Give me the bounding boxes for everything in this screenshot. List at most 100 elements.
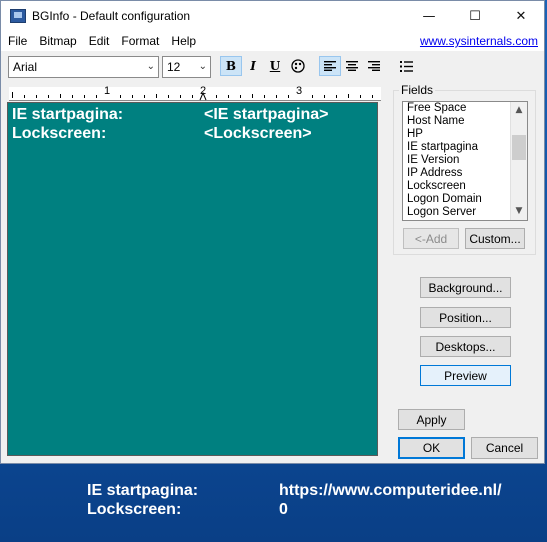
ruler-tick xyxy=(360,95,361,98)
chevron-down-icon: ⌄ xyxy=(198,61,207,72)
desktop-label: Lockscreen: xyxy=(87,501,182,518)
ruler-tick xyxy=(60,94,61,98)
ok-button[interactable]: OK xyxy=(398,437,465,459)
list-item[interactable]: Logon Domain xyxy=(403,193,527,206)
desktops-button[interactable]: Desktops... xyxy=(420,336,511,357)
ruler-tick xyxy=(72,95,73,98)
ruler-tick xyxy=(120,95,121,98)
text-color-button[interactable] xyxy=(287,56,309,76)
ruler-tick xyxy=(84,95,85,98)
size-select[interactable]: 12 ⌄ xyxy=(162,56,211,78)
desktop-info-preview: IE startpagina: https://www.computeridee… xyxy=(0,470,547,542)
list-item[interactable]: IE startpagina xyxy=(403,141,527,154)
menu-format[interactable]: Format xyxy=(115,34,165,48)
desktop-value: 0 xyxy=(279,501,288,518)
ruler-tick xyxy=(264,95,265,98)
ruler-tick xyxy=(276,95,277,98)
editor-field-token: <Lockscreen> xyxy=(204,125,312,142)
bullet-list-icon xyxy=(399,60,413,72)
underline-button[interactable]: U xyxy=(264,56,286,76)
sysinternals-link[interactable]: www.sysinternals.com xyxy=(420,34,538,48)
ruler-tick xyxy=(156,94,157,98)
preview-button[interactable]: Preview xyxy=(420,365,511,386)
desktop-value: https://www.computeridee.nl/ xyxy=(279,482,502,499)
scroll-up-icon[interactable]: ▲ xyxy=(511,102,527,118)
chevron-down-icon: ⌄ xyxy=(146,61,155,72)
list-item[interactable]: Logon Server xyxy=(403,206,527,219)
menu-edit[interactable]: Edit xyxy=(83,34,116,48)
ruler-tick xyxy=(372,95,373,98)
bullet-list-button[interactable] xyxy=(395,56,417,76)
scrollbar-thumb[interactable] xyxy=(512,135,526,160)
ruler-tick xyxy=(36,95,37,98)
align-right-button[interactable] xyxy=(363,56,385,76)
ruler-tick xyxy=(132,95,133,98)
size-select-value: 12 xyxy=(167,60,181,74)
ruler-tick xyxy=(252,94,253,98)
ruler-tick xyxy=(216,95,217,98)
format-toolbar: Arial ⌄ 12 ⌄ B I U xyxy=(1,53,544,83)
italic-button[interactable]: I xyxy=(242,56,264,76)
title-bar[interactable]: BGInfo - Default configuration — ☐ ✕ xyxy=(1,1,544,31)
ruler-tick xyxy=(228,95,229,98)
ruler-tick xyxy=(24,95,25,98)
ruler-number: 3 xyxy=(296,85,303,97)
bginfo-window: BGInfo - Default configuration — ☐ ✕ Fil… xyxy=(0,0,545,464)
ruler-tick xyxy=(312,95,313,98)
ruler-tick xyxy=(348,94,349,98)
ruler-tick xyxy=(324,95,325,98)
custom-field-button[interactable]: Custom... xyxy=(465,228,525,249)
ruler-tick xyxy=(240,95,241,98)
ruler-tick xyxy=(12,92,13,98)
editor-label: IE startpagina: xyxy=(12,106,124,123)
ruler-tick xyxy=(144,95,145,98)
position-button[interactable]: Position... xyxy=(420,307,511,328)
ruler-tick xyxy=(288,95,289,98)
font-select-value: Arial xyxy=(13,60,38,74)
ruler-number: 1 xyxy=(104,85,111,97)
fields-scrollbar[interactable]: ▲ ▼ xyxy=(510,102,527,220)
maximize-button[interactable]: ☐ xyxy=(452,1,498,31)
list-item[interactable]: IP Address xyxy=(403,167,527,180)
bold-button[interactable]: B xyxy=(220,56,242,76)
ruler[interactable]: 1 2 3 xyxy=(9,85,381,101)
close-button[interactable]: ✕ xyxy=(498,1,544,31)
list-item[interactable]: Lockscreen xyxy=(403,180,527,193)
tab-stop-marker-icon[interactable] xyxy=(199,92,207,101)
list-item[interactable]: HP xyxy=(403,128,527,141)
ruler-tick xyxy=(96,95,97,98)
fields-legend: Fields xyxy=(399,83,436,97)
apply-button[interactable]: Apply xyxy=(398,409,465,430)
align-center-button[interactable] xyxy=(341,56,363,76)
editor-line: Lockscreen: <Lockscreen> xyxy=(12,125,372,144)
add-field-button[interactable]: <-Add xyxy=(403,228,459,249)
align-center-icon xyxy=(346,61,358,71)
bginfo-app-icon xyxy=(10,9,26,23)
list-item[interactable]: Free Space xyxy=(403,102,527,115)
ruler-tick xyxy=(180,95,181,98)
ruler-tick xyxy=(168,95,169,98)
align-left-button[interactable] xyxy=(319,56,341,76)
list-item[interactable]: IE Version xyxy=(403,154,527,167)
minimize-button[interactable]: — xyxy=(406,1,452,31)
ruler-tick xyxy=(336,95,337,98)
menu-help[interactable]: Help xyxy=(165,34,202,48)
editor-field-token: <IE startpagina> xyxy=(204,106,329,123)
list-item[interactable]: Host Name xyxy=(403,115,527,128)
scroll-down-icon[interactable]: ▼ xyxy=(511,203,527,219)
fields-listbox[interactable]: Free Space Host Name HP IE startpagina I… xyxy=(402,101,528,221)
align-left-icon xyxy=(324,61,336,71)
color-palette-icon xyxy=(291,59,305,73)
menu-file[interactable]: File xyxy=(1,34,33,48)
editor-label: Lockscreen: xyxy=(12,125,107,142)
cancel-button[interactable]: Cancel xyxy=(471,437,538,459)
menu-bitmap[interactable]: Bitmap xyxy=(33,34,82,48)
ruler-tick xyxy=(48,95,49,98)
window-title: BGInfo - Default configuration xyxy=(32,9,191,23)
editor-line: IE startpagina: <IE startpagina> xyxy=(12,106,372,125)
info-editor[interactable]: IE startpagina: <IE startpagina> Lockscr… xyxy=(7,102,378,456)
align-right-icon xyxy=(368,61,380,71)
font-select[interactable]: Arial ⌄ xyxy=(8,56,159,78)
background-button[interactable]: Background... xyxy=(420,277,511,298)
desktop-label: IE startpagina: xyxy=(87,482,199,499)
